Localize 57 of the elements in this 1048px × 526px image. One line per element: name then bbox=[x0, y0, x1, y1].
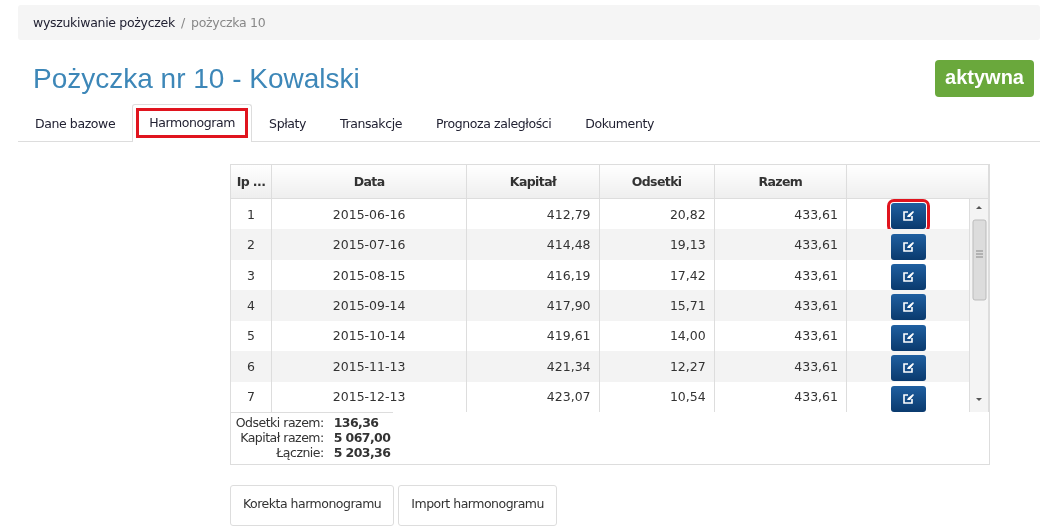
table-cell: 2015-09-14 bbox=[271, 290, 467, 321]
breadcrumb-link[interactable]: wyszukiwanie pożyczek bbox=[33, 15, 175, 30]
summary-label: Odsetki razem: bbox=[234, 415, 324, 430]
summary-value: 5 067,00 bbox=[332, 430, 392, 445]
summary-value: 5 203,36 bbox=[332, 445, 392, 460]
table-cell: 2015-11-13 bbox=[271, 351, 467, 382]
status-badge: aktywna bbox=[935, 60, 1034, 97]
table-cell: 433,61 bbox=[714, 351, 847, 382]
edit-button[interactable] bbox=[890, 264, 926, 291]
table-cell: 10,54 bbox=[599, 381, 715, 412]
table-cell: 12,27 bbox=[599, 351, 715, 382]
table-cell: 433,61 bbox=[714, 290, 847, 321]
table-cell: 421,34 bbox=[466, 351, 600, 382]
column-header: Razem bbox=[714, 165, 847, 199]
column-header: Ip ... bbox=[231, 165, 272, 199]
table-cell: 433,61 bbox=[714, 381, 847, 412]
table-cell: 15,71 bbox=[599, 290, 715, 321]
column-header: Odsetki bbox=[599, 165, 715, 199]
tab[interactable]: Prognoza zaległości bbox=[419, 105, 569, 142]
edit-button[interactable] bbox=[890, 355, 926, 382]
summary-value: 136,36 bbox=[332, 415, 380, 430]
summary-label: Kapitał razem: bbox=[239, 430, 324, 445]
edit-icon bbox=[901, 301, 915, 314]
table-cell: 4 bbox=[231, 290, 272, 321]
tab[interactable]: Dokumenty bbox=[568, 105, 671, 142]
edit-icon bbox=[901, 392, 915, 405]
edit-icon bbox=[901, 240, 915, 253]
action-button[interactable]: Import harmonogramu bbox=[398, 485, 557, 526]
table-cell: 2015-12-13 bbox=[271, 381, 467, 412]
table-cell: 414,48 bbox=[466, 229, 600, 260]
tab[interactable]: Transakcje bbox=[323, 105, 420, 142]
edit-icon bbox=[901, 331, 915, 344]
table-cell: 19,13 bbox=[599, 229, 715, 260]
summary-label: Łącznie: bbox=[275, 445, 324, 460]
breadcrumb-separator: / bbox=[180, 15, 186, 30]
column-header: Kapitał bbox=[466, 165, 600, 199]
table-cell: 433,61 bbox=[714, 229, 847, 260]
edit-button[interactable] bbox=[890, 233, 926, 260]
table-cell: 417,90 bbox=[466, 290, 600, 321]
edit-icon bbox=[901, 362, 915, 375]
column-header: Data bbox=[271, 165, 467, 199]
table-cell: 7 bbox=[231, 381, 272, 412]
table-cell: 6 bbox=[231, 351, 272, 382]
tab[interactable]: Spłaty bbox=[252, 105, 324, 142]
table-cell: 423,07 bbox=[466, 381, 600, 412]
table-cell: 2015-07-16 bbox=[271, 229, 467, 260]
table-cell: 2 bbox=[231, 229, 272, 260]
tab[interactable]: Harmonogram bbox=[132, 104, 253, 142]
edit-icon bbox=[901, 271, 915, 284]
action-button[interactable]: Korekta harmonogramu bbox=[230, 485, 395, 526]
tab[interactable]: Dane bazowe bbox=[18, 105, 133, 142]
edit-icon bbox=[901, 210, 915, 223]
edit-button[interactable] bbox=[890, 294, 926, 321]
edit-button[interactable] bbox=[890, 324, 926, 351]
breadcrumb-current: pożyczka 10 bbox=[191, 15, 266, 30]
page-title: Pożyczka nr 10 - Kowalski bbox=[33, 62, 360, 95]
edit-button[interactable] bbox=[890, 385, 926, 412]
